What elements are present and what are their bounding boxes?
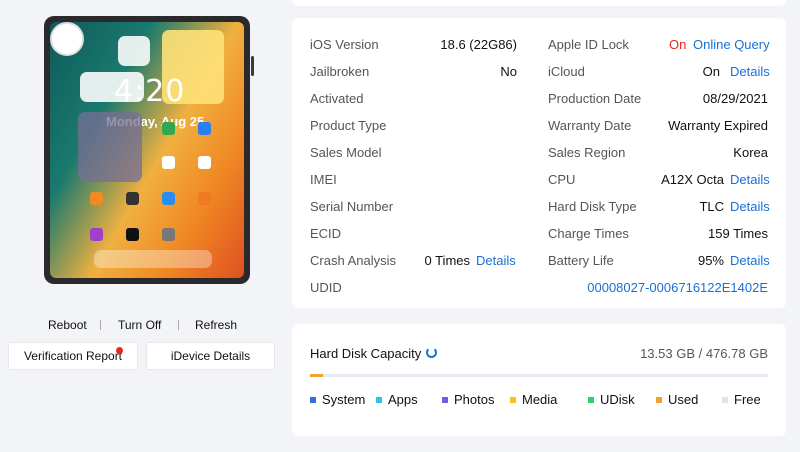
legend-photos: Photos [442, 392, 494, 407]
calendar-widget [118, 36, 150, 66]
idevice-details-button[interactable]: iDevice Details [146, 342, 275, 370]
divider [100, 320, 101, 330]
cpu-value: A12X Octa [661, 172, 724, 187]
hard-disk-capacity: 13.53 GB / 476.78 GB [640, 346, 768, 361]
imei-label: IMEI [310, 172, 337, 187]
legend-free-swatch [722, 396, 728, 403]
jailbroken-label: Jailbroken [310, 64, 370, 79]
reminders-app-icon [162, 156, 175, 169]
capacity-bar-used [310, 374, 323, 377]
ios-version-value: 18.6 (22G86) [440, 37, 517, 52]
battery-life-value: 95% [697, 253, 724, 268]
legend-free: Free [722, 392, 761, 407]
facetime-app-icon [162, 122, 175, 135]
production-date-label: Production Date [548, 91, 642, 106]
legend-system: System [310, 392, 365, 407]
loading-spinner-icon [426, 347, 437, 358]
legend-photos-label: Photos [454, 392, 495, 407]
capacity-bar [310, 374, 768, 377]
legend-used-label: Used [668, 392, 699, 407]
charge-times-label: Charge Times [548, 226, 629, 241]
udid-value-link[interactable]: 00008027-0006716122E1402E [532, 279, 768, 297]
sales-region-label: Sales Region [548, 145, 626, 160]
device-screen: 4:20 Monday, Aug 25 [50, 22, 244, 278]
legend-apps: Apps [376, 392, 418, 407]
turn-off-button[interactable]: Turn Off [118, 318, 161, 332]
photos-app-icon [198, 156, 211, 169]
legend-media: Media [510, 392, 557, 407]
podcasts-app-icon [90, 228, 103, 241]
sales-region-value: Korea [733, 145, 768, 160]
ecid-label: ECID [310, 226, 342, 241]
idevice-details-label: iDevice Details [170, 349, 251, 363]
camera-app-icon [126, 192, 139, 205]
appstore-app-icon [162, 192, 175, 205]
battery-life-label: Battery Life [548, 253, 614, 268]
icloud-details-link[interactable]: Details [730, 63, 770, 81]
legend-system-label: System [322, 392, 366, 407]
udid-label: UDID [310, 280, 342, 295]
warranty-date-label: Warranty Date [548, 118, 632, 133]
cpu-details-link[interactable]: Details [730, 171, 770, 189]
crash-analysis-details-link[interactable]: Details [476, 252, 516, 270]
legend-photos-swatch [442, 396, 448, 403]
home-app-icon [90, 192, 103, 205]
crash-analysis-value: 0 Times [424, 253, 470, 268]
verification-report-button[interactable]: Verification Report [8, 342, 138, 370]
device-info-card: iOS Version 18.6 (22G86) Jailbroken No A… [292, 18, 786, 308]
legend-udisk-swatch [588, 396, 594, 403]
activated-label: Activated [310, 91, 364, 106]
cpu-label: CPU [548, 172, 576, 187]
production-date-value: 08/29/2021 [702, 91, 768, 106]
lockscreen-time: 4:20 [114, 74, 186, 109]
hard-disk-type-label: Hard Disk Type [548, 199, 637, 214]
legend-used-swatch [656, 396, 662, 403]
top-card-edge [292, 0, 786, 6]
hard-disk-type-value: TLC [699, 199, 724, 214]
icloud-label: iCloud [548, 64, 585, 79]
hard-disk-title: Hard Disk Capacity [310, 346, 422, 361]
warranty-date-value: Warranty Expired [668, 118, 768, 133]
refresh-button[interactable]: Refresh [195, 318, 237, 332]
product-type-label: Product Type [310, 118, 387, 133]
hard-disk-type-details-link[interactable]: Details [730, 198, 770, 216]
apple-id-lock-label: Apple ID Lock [548, 37, 629, 52]
legend-udisk: UDisk [588, 392, 635, 407]
legend-apps-swatch [376, 396, 382, 403]
clock-widget [50, 22, 84, 56]
battery-life-details-link[interactable]: Details [730, 252, 770, 270]
device-image: 4:20 Monday, Aug 25 [44, 16, 254, 284]
legend-apps-label: Apps [388, 392, 418, 407]
legend-media-swatch [510, 396, 516, 403]
apple-id-lock-status: On [669, 37, 687, 52]
jailbroken-value: No [500, 64, 517, 79]
legend-used: Used [656, 392, 698, 407]
charge-times-value: 159 Times [708, 226, 768, 241]
hard-disk-card: Hard Disk Capacity 13.53 GB / 476.78 GB … [292, 324, 786, 436]
legend-system-swatch [310, 396, 316, 403]
legend-media-label: Media [522, 392, 558, 407]
files-app-icon [198, 122, 211, 135]
icloud-value: On [702, 64, 720, 79]
reboot-button[interactable]: Reboot [48, 318, 87, 332]
tv-app-icon [126, 228, 139, 241]
notification-dot [116, 347, 123, 354]
settings-app-icon [162, 228, 175, 241]
serial-number-label: Serial Number [310, 199, 394, 214]
ios-version-label: iOS Version [310, 37, 379, 52]
crash-analysis-label: Crash Analysis [310, 253, 396, 268]
legend-free-label: Free [734, 392, 761, 407]
books-app-icon [198, 192, 211, 205]
weather-widget [78, 112, 142, 182]
divider [178, 320, 179, 330]
legend-udisk-label: UDisk [600, 392, 635, 407]
verification-report-label: Verification Report [23, 349, 123, 363]
side-button [251, 56, 254, 76]
online-query-link[interactable]: Online Query [693, 36, 770, 54]
dock [94, 250, 212, 268]
sales-model-label: Sales Model [310, 145, 382, 160]
